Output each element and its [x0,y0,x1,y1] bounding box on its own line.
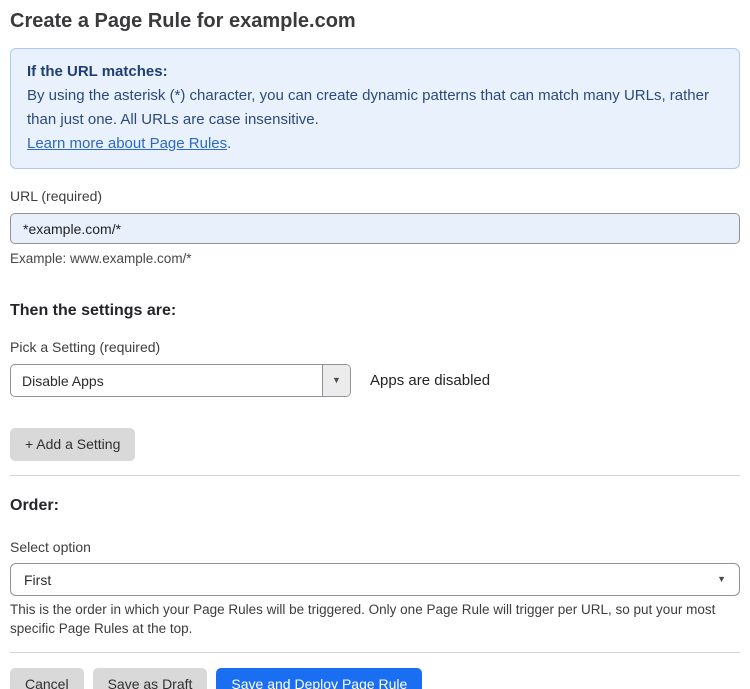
link-period: . [227,135,232,152]
save-as-draft-button[interactable]: Save as Draft [92,668,208,689]
create-page-rule-panel: Create a Page Rule for example.com If th… [0,0,750,689]
learn-more-link[interactable]: Learn more about Page Rules [27,135,227,152]
caret-down-icon: ▼ [717,574,726,584]
add-setting-button[interactable]: + Add a Setting [10,428,136,461]
order-select-label: Select option [10,539,91,555]
order-section-heading: Order: [10,497,59,514]
setting-dropdown-arrow-button[interactable]: ▼ [322,365,350,396]
cancel-button[interactable]: Cancel [10,668,84,689]
url-match-info-box: If the URL matches: By using the asteris… [10,48,740,169]
setting-row: Disable Apps ▼ Apps are disabled [10,364,740,397]
info-box-link-line: Learn more about Page Rules. [27,132,723,156]
info-box-heading: If the URL matches: [27,63,168,80]
setting-description: Apps are disabled [370,372,491,389]
info-box-body: By using the asterisk (*) character, you… [27,87,709,128]
pick-setting-label: Pick a Setting (required) [10,339,161,355]
url-field-label: URL (required) [10,188,103,204]
url-input[interactable] [10,213,740,244]
save-and-deploy-button[interactable]: Save and Deploy Page Rule [216,668,423,689]
caret-down-icon: ▼ [332,375,341,385]
footer-actions: Cancel Save as Draft Save and Deploy Pag… [10,668,740,689]
url-example-text: Example: www.example.com/* [10,251,192,266]
order-help-text: This is the order in which your Page Rul… [10,602,716,636]
order-select[interactable]: First ▼ [10,563,740,596]
settings-section-heading: Then the settings are: [10,302,177,319]
setting-dropdown-value: Disable Apps [22,372,104,389]
footer-divider [10,652,740,653]
page-title: Create a Page Rule for example.com [10,10,356,32]
order-select-value: First [24,571,52,588]
section-divider [10,475,740,476]
setting-dropdown[interactable]: Disable Apps ▼ [10,364,351,397]
